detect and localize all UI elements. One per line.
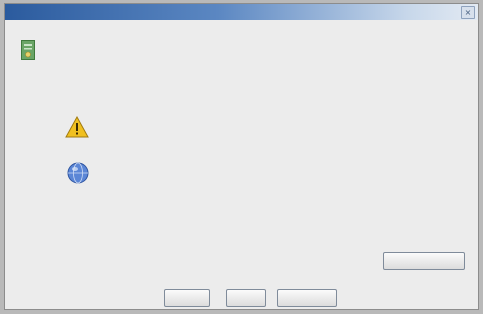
yes-button[interactable] [164, 289, 210, 307]
cancel-button[interactable] [277, 289, 337, 307]
certificate-icon [21, 40, 35, 60]
warning-icon [65, 115, 89, 138]
title-bar[interactable]: × [5, 4, 478, 20]
no-button[interactable] [226, 289, 266, 307]
close-button[interactable]: × [461, 6, 475, 19]
info-globe-icon [67, 162, 89, 184]
security-warning-dialog: × [4, 3, 479, 310]
more-info-button[interactable] [383, 252, 465, 270]
